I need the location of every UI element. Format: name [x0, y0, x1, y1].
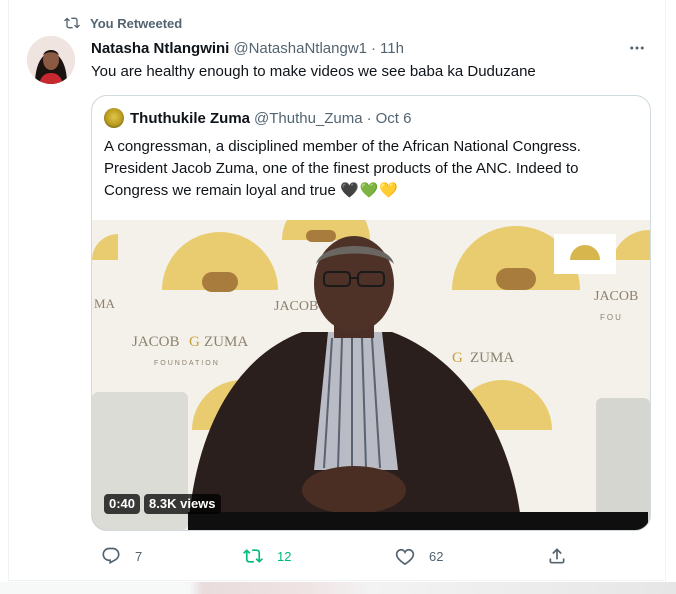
reply-count: 7: [135, 548, 143, 564]
quote-time: Oct 6: [375, 109, 412, 127]
author-handle[interactable]: @NatashaNtlangw1: [233, 40, 367, 57]
tweet-time[interactable]: 11h: [380, 40, 404, 57]
backdrop-g-2: G: [452, 350, 463, 366]
quote-separator-dot: ·: [366, 109, 372, 127]
retweet-action-icon: [243, 549, 263, 563]
heart-emojis: 🖤💚💛: [339, 182, 399, 199]
retweet-count: 12: [277, 548, 292, 564]
backdrop-zuma: ZUMA: [204, 334, 248, 350]
retweet-button[interactable]: 12: [243, 544, 291, 568]
like-button[interactable]: 62: [395, 544, 443, 568]
quote-text: A congressman, a disciplined member of t…: [104, 136, 624, 202]
share-button[interactable]: [547, 544, 581, 568]
video-frame: JACOB G ZUMA FOUNDATION MA JACOB G ZUMA …: [92, 220, 650, 530]
avatar[interactable]: [27, 36, 75, 84]
backdrop-zuma-2: ZUMA: [470, 350, 514, 366]
video-badges: 0:40 8.3K views: [104, 494, 221, 514]
retweet-icon: [64, 17, 80, 29]
video-views: 8.3K views: [144, 494, 221, 514]
retweet-context-label: You Retweeted: [90, 15, 183, 31]
quote-header: Thuthukile Zuma @Thuthu_Zuma · Oct 6: [104, 108, 411, 128]
author-name[interactable]: Natasha Ntlangwini: [91, 40, 229, 57]
share-icon: [549, 548, 565, 564]
quoted-tweet[interactable]: Thuthukile Zuma @Thuthu_Zuma · Oct 6 A c…: [91, 95, 651, 531]
backdrop-jacob-2: JACOB: [274, 299, 318, 314]
tweet-card[interactable]: You Retweeted Natasha Ntlangwini @Natash…: [8, 0, 666, 581]
more-options-icon[interactable]: [627, 38, 647, 58]
heart-icon: [395, 548, 415, 566]
backdrop-ma: MA: [94, 296, 116, 311]
separator-dot: ·: [371, 39, 376, 57]
backdrop-jacob: JACOB: [132, 334, 180, 350]
backdrop-foundation: FOUNDATION: [154, 360, 220, 367]
backdrop-fou: FOU: [600, 313, 623, 322]
reply-icon: [102, 547, 120, 565]
backdrop-g: G: [189, 334, 200, 350]
quote-author-name: Thuthukile Zuma: [130, 109, 250, 127]
tweet-header: Natasha Ntlangwini @NatashaNtlangw1 · 11…: [91, 38, 647, 58]
tweet-actions: 7 12 62: [91, 544, 571, 568]
retweet-context: You Retweeted: [64, 14, 182, 32]
bottom-edge: [0, 582, 676, 594]
quote-author-handle: @Thuthu_Zuma: [254, 109, 363, 127]
quote-avatar: [104, 108, 124, 128]
reply-button[interactable]: 7: [101, 544, 142, 568]
tweet-text: You are healthy enough to make videos we…: [91, 63, 536, 80]
like-count: 62: [429, 548, 444, 564]
video-player[interactable]: JACOB G ZUMA FOUNDATION MA JACOB G ZUMA …: [92, 220, 650, 530]
backdrop-jacob-right: JACOB: [594, 289, 638, 304]
video-duration: 0:40: [104, 494, 141, 514]
